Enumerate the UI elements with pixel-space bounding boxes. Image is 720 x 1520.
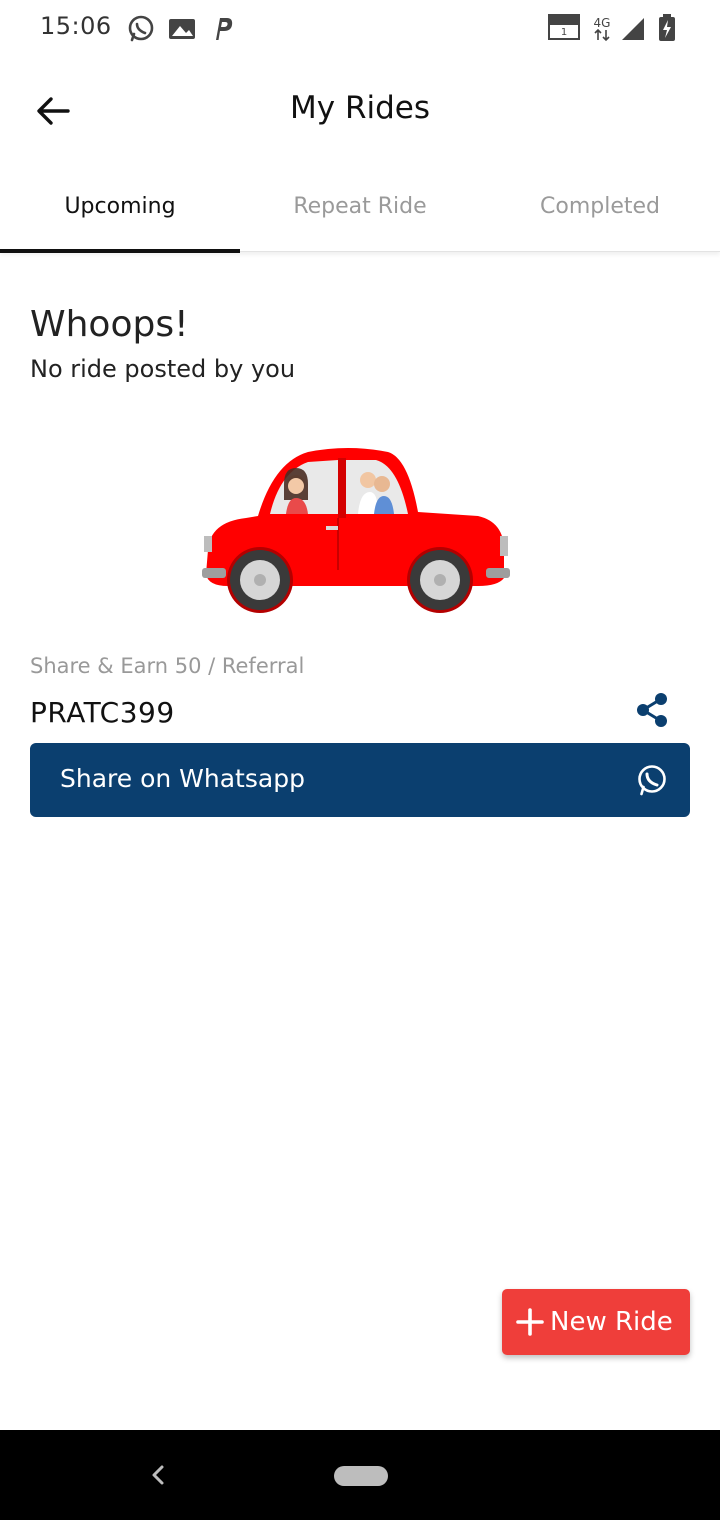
tab-repeat-ride[interactable]: Repeat Ride — [240, 160, 480, 252]
referral-code: PRATC399 — [30, 696, 175, 729]
whatsapp-icon — [128, 15, 154, 42]
system-home-pill[interactable] — [334, 1466, 388, 1486]
page-title: My Rides — [290, 90, 430, 126]
svg-text:4G: 4G — [594, 16, 611, 30]
svg-text:1: 1 — [561, 27, 567, 38]
tab-bar: Upcoming Repeat Ride Completed — [0, 160, 720, 253]
whatsapp-icon — [638, 765, 666, 796]
4g-icon: 4G — [594, 16, 611, 42]
battery-charging-icon — [659, 14, 675, 41]
signal-icon — [622, 18, 644, 40]
share-on-whatsapp-label: Share on Whatsapp — [60, 764, 305, 793]
empty-state-subtitle: No ride posted by you — [30, 355, 296, 383]
gallery-icon — [169, 19, 195, 39]
status-time: 15:06 — [40, 12, 112, 40]
volte-icon: 1 — [548, 14, 580, 40]
system-navigation-bar — [0, 1430, 720, 1520]
car-with-passengers-illustration — [202, 448, 510, 613]
system-back-icon[interactable] — [144, 1460, 172, 1490]
paytm-icon — [216, 18, 233, 40]
tab-completed[interactable]: Completed — [480, 160, 720, 252]
plus-icon — [516, 1308, 544, 1336]
share-icon — [637, 693, 667, 727]
share-button[interactable] — [630, 688, 674, 732]
empty-state-title: Whoops! — [30, 304, 189, 345]
tab-upcoming[interactable]: Upcoming — [0, 160, 240, 253]
new-ride-label: New Ride — [550, 1307, 673, 1337]
share-on-whatsapp-button[interactable]: Share on Whatsapp — [30, 743, 690, 817]
app-bar: My Rides — [0, 56, 720, 168]
status-bar: 15:06 1 4G — [0, 0, 720, 56]
referral-label: Share & Earn 50 / Referral — [30, 654, 305, 678]
new-ride-button[interactable]: New Ride — [502, 1289, 690, 1355]
